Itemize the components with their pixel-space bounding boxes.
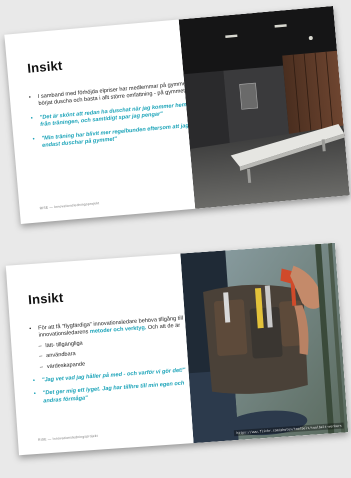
slide-2-quote: "Det ger mig ett lyget. Jag har tillhre … [43,380,196,405]
slide-2-photo-tool-belt: https://www.flickr.com/photos/toolbelt/t… [180,242,349,444]
slide-2-intro-bullet: För att få "flygfärdiga" innovationsleda… [38,315,193,371]
tool-belt-photo [180,242,349,444]
slide-1-footer: RISE — Innovationsledningsprojekt [39,201,100,211]
slide-2-bullet-list: För att få "flygfärdiga" innovationsleda… [26,315,196,412]
slide-1-text-panel: Insikt I samband med förhöjda elpriser h… [4,19,195,224]
slide-1-title: Insikt [26,57,64,76]
slide-2-text-panel: Insikt För att få "flygfärdiga" innovati… [6,254,194,456]
slide-1-bullet-list: I samband med förhöjda elpriser har medl… [26,81,195,157]
slide-1: Insikt I samband med förhöjda elpriser h… [4,5,350,225]
slide-2-footer: RISE — Innovationsledningsprojekt [37,433,98,442]
slide-2-sub-list: lätt- tillgängliga användbara värdeskapa… [39,333,193,372]
locker-room-photo [178,5,350,209]
slide-1-photo-locker-room [178,5,350,209]
slide-2-title: Insikt [27,289,64,308]
intro-suffix: Och att de är [146,323,181,332]
slide-2: Insikt För att få "flygfärdiga" innovati… [5,242,349,456]
